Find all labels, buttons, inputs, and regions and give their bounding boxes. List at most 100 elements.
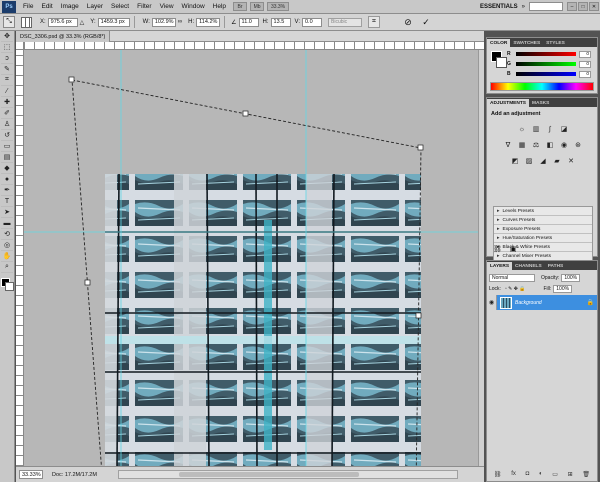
exposure-icon[interactable]: ◪: [559, 124, 569, 134]
y-field[interactable]: 1459.3 px: [97, 17, 130, 27]
warp-toggle-icon[interactable]: ⌗: [368, 16, 380, 28]
vibrance-icon[interactable]: ∇: [503, 140, 513, 150]
width-field[interactable]: 102.9%: [151, 17, 176, 27]
layer-name[interactable]: Background: [515, 300, 587, 306]
close-icon[interactable]: ✕: [589, 2, 599, 11]
gradient-tool-icon[interactable]: ▤: [1, 152, 13, 163]
menu-window[interactable]: Window: [178, 3, 209, 10]
new-group-icon[interactable]: ▭: [552, 471, 558, 478]
doc-size-readout[interactable]: Doc: 17.2M/17.2M: [46, 472, 97, 478]
hand-tool-icon[interactable]: ✋: [1, 251, 13, 262]
new-adjustment-icon[interactable]: ◐: [539, 471, 543, 478]
preset-curves[interactable]: ▸ Curves Presets: [494, 216, 592, 225]
x-field[interactable]: 975.6 px: [47, 17, 78, 27]
workspace-switcher[interactable]: ESSENTIALS: [480, 4, 518, 10]
vertical-ruler[interactable]: [16, 50, 24, 466]
type-tool-icon[interactable]: T: [1, 196, 13, 207]
blend-mode-dropdown[interactable]: Normal: [489, 273, 535, 282]
triangle-icon[interactable]: △: [80, 19, 85, 26]
preset-levels[interactable]: ▸ Levels Presets: [494, 207, 592, 216]
history-brush-tool-icon[interactable]: ↺: [1, 130, 13, 141]
shape-tool-icon[interactable]: ▬: [1, 218, 13, 229]
blur-tool-icon[interactable]: ◆: [1, 163, 13, 174]
blue-value[interactable]: 0: [579, 70, 591, 78]
menu-filter[interactable]: Filter: [133, 3, 155, 10]
tab-styles[interactable]: STYLES: [543, 39, 568, 47]
hskew-field[interactable]: 13.5: [270, 17, 291, 27]
red-slider[interactable]: [516, 52, 576, 56]
height-field[interactable]: 114.2%: [196, 17, 221, 27]
workspace-arrow-icon[interactable]: »: [522, 4, 525, 10]
link-layers-icon[interactable]: ⛓: [494, 471, 502, 478]
add-mask-icon[interactable]: ◘: [526, 471, 530, 478]
levels-icon[interactable]: ▥: [531, 124, 541, 134]
angle-field[interactable]: 11.0: [238, 17, 259, 27]
brush-tool-icon[interactable]: ✐: [1, 108, 13, 119]
search-input[interactable]: [529, 2, 563, 11]
free-transform-tool-icon[interactable]: ⤡: [3, 16, 15, 28]
ruler-origin[interactable]: [16, 42, 24, 50]
clip-layer-icon[interactable]: ⛓: [493, 245, 502, 253]
crop-tool-icon[interactable]: ⌗: [1, 75, 13, 86]
posterize-icon[interactable]: ▨: [524, 156, 534, 166]
clone-stamp-tool-icon[interactable]: ♙: [1, 119, 13, 130]
tab-channels[interactable]: CHANNELS: [512, 262, 545, 270]
curves-icon[interactable]: ∫: [545, 124, 555, 134]
zoom-tool-icon[interactable]: ⌕: [1, 262, 13, 273]
vskew-field[interactable]: 0.0: [302, 17, 322, 27]
black-white-icon[interactable]: ◧: [545, 140, 555, 150]
visibility-eye-icon[interactable]: ◉: [487, 295, 497, 310]
menu-edit[interactable]: Edit: [37, 3, 56, 10]
menu-select[interactable]: Select: [107, 3, 133, 10]
menu-help[interactable]: Help: [209, 3, 230, 10]
lasso-tool-icon[interactable]: ↄ: [1, 53, 13, 64]
green-value[interactable]: 0: [579, 60, 591, 68]
hue-saturation-icon[interactable]: ▦: [517, 140, 527, 150]
preset-hue-saturation[interactable]: ▸ Hue/Saturation Presets: [494, 234, 592, 243]
tab-adjustments[interactable]: ADJUSTMENTS: [487, 99, 529, 107]
opacity-field[interactable]: 100%: [561, 273, 581, 282]
tab-layers[interactable]: LAYERS: [487, 262, 513, 270]
channel-mixer-icon[interactable]: ⊛: [573, 140, 583, 150]
commit-transform-icon[interactable]: ✓: [420, 16, 432, 28]
cancel-transform-icon[interactable]: ⊘: [402, 16, 414, 28]
mini-bridge-button[interactable]: Mb: [250, 2, 265, 11]
zoom-field[interactable]: 33.33%: [19, 470, 43, 479]
blue-slider[interactable]: [516, 72, 576, 76]
bridge-button[interactable]: Br: [233, 2, 248, 11]
document-tab[interactable]: DSC_3306.psd @ 33.3% (RGB/8*): [16, 31, 111, 42]
quick-select-tool-icon[interactable]: ✎: [1, 64, 13, 75]
layer-row-background[interactable]: ◉ Background 🔒: [487, 295, 597, 310]
reference-point-icon[interactable]: [21, 16, 32, 28]
horizontal-scrollbar[interactable]: [118, 470, 458, 479]
red-value[interactable]: 0: [579, 50, 591, 58]
auto-select-mask-icon[interactable]: ▣: [510, 245, 517, 253]
background-color-swatch[interactable]: [5, 282, 14, 291]
link-icon[interactable]: ∞: [178, 19, 182, 25]
marquee-tool-icon[interactable]: ⬚: [1, 42, 13, 53]
canvas[interactable]: [24, 50, 484, 466]
photo-filter-icon[interactable]: ◉: [559, 140, 569, 150]
pen-tool-icon[interactable]: ✒: [1, 185, 13, 196]
threshold-icon[interactable]: ◢: [538, 156, 548, 166]
lock-icons[interactable]: ▫ ✎ ✥ 🔒: [505, 286, 526, 292]
background-swatch[interactable]: [496, 57, 507, 68]
horizontal-ruler[interactable]: [24, 42, 484, 50]
path-selection-tool-icon[interactable]: ➤: [1, 207, 13, 218]
new-layer-icon[interactable]: ⊞: [568, 471, 573, 478]
tab-masks[interactable]: MASKS: [529, 99, 552, 107]
move-tool-icon[interactable]: ✥: [1, 31, 13, 42]
menu-image[interactable]: Image: [57, 3, 83, 10]
delete-layer-icon[interactable]: 🗑: [582, 471, 590, 478]
preset-exposure[interactable]: ▸ Exposure Presets: [494, 225, 592, 234]
eyedropper-tool-icon[interactable]: ⁄: [1, 86, 13, 97]
maximize-icon[interactable]: □: [578, 2, 588, 11]
invert-icon[interactable]: ◩: [510, 156, 520, 166]
healing-brush-tool-icon[interactable]: ✚: [1, 97, 13, 108]
zoom-level-dropdown[interactable]: 33.3%: [267, 2, 290, 11]
gradient-map-icon[interactable]: ▰: [552, 156, 562, 166]
tab-swatches[interactable]: SWATCHES: [510, 39, 543, 47]
fill-field[interactable]: 100%: [553, 284, 573, 293]
menu-view[interactable]: View: [156, 3, 178, 10]
color-ramp[interactable]: [490, 82, 594, 91]
